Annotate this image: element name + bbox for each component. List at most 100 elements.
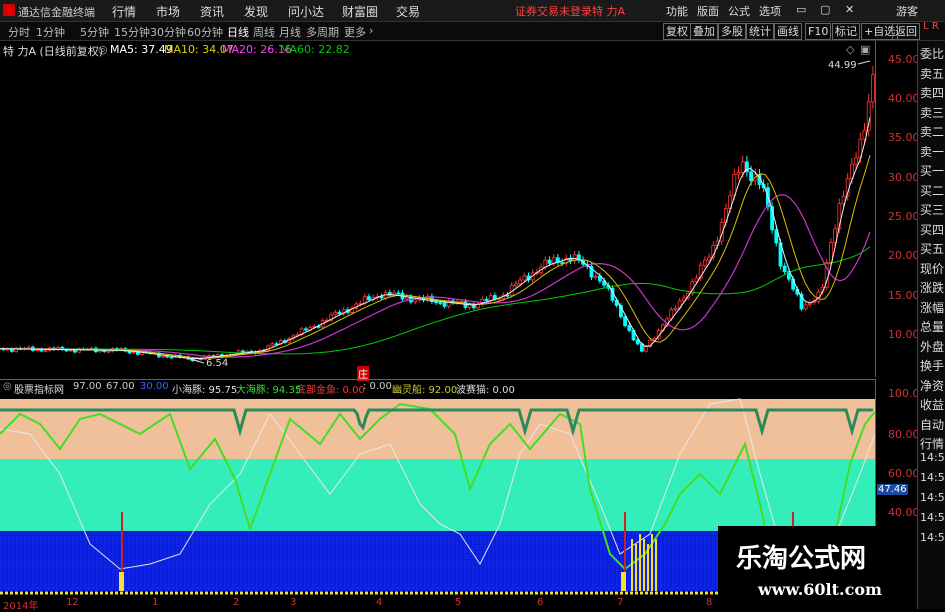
period-5min[interactable]: 5分钟 xyxy=(80,24,109,40)
side-panel-item[interactable]: 卖四 xyxy=(920,86,944,100)
period-daily[interactable]: 日线 xyxy=(227,24,249,40)
draw-line-button[interactable]: 画线 xyxy=(774,23,802,40)
side-panel-item[interactable]: 委比 xyxy=(920,47,944,61)
menu-item-discover[interactable]: 发现 xyxy=(244,3,268,20)
price-tick: 20.00 xyxy=(888,249,920,262)
mark-button[interactable]: 标记 xyxy=(832,23,860,40)
price-axis: 45.00 40.00 35.00 30.00 25.00 20.00 15.0… xyxy=(875,41,920,377)
side-panel-item[interactable]: 换手 xyxy=(920,359,944,373)
period-30min[interactable]: 30分钟 xyxy=(150,24,186,40)
menu-item-options[interactable]: 选项 xyxy=(759,3,781,19)
ma-info-line: 特 力A (日线前复权) ◎ MA5: 37.49 MA10: 34.07 MA… xyxy=(0,41,875,58)
adjust-button[interactable]: 复权 xyxy=(663,23,691,40)
side-panel-item[interactable]: 自动 xyxy=(920,418,944,432)
app-title: 通达信金融终端 xyxy=(18,6,95,19)
side-panel-item[interactable]: 买三 xyxy=(920,203,944,217)
menu-bar: 通达信金融终端 行情 市场 资讯 发现 问小达 财富圈 交易 证券交易未登录 特… xyxy=(0,0,945,22)
period-tick[interactable]: 分时 xyxy=(8,24,30,40)
price-tick: 15.00 xyxy=(888,289,920,302)
period-more[interactable]: 更多 xyxy=(344,24,366,40)
menu-item-formula[interactable]: 公式 xyxy=(728,3,750,19)
guest-label[interactable]: 游客 xyxy=(896,3,918,19)
gear-icon[interactable]: ◇ xyxy=(846,43,854,56)
side-panel-item[interactable]: 卖一 xyxy=(920,145,944,159)
price-tick: 30.00 xyxy=(888,171,920,184)
login-notice[interactable]: 证券交易未登录 xyxy=(515,3,592,19)
period-toolbar: 分时 1分钟 5分钟 15分钟 30分钟 60分钟 日线 周线 月线 多周期 更… xyxy=(0,22,945,41)
side-panel-item[interactable]: 卖五 xyxy=(920,67,944,81)
side-panel-item[interactable]: 涨跌 xyxy=(920,281,944,295)
app-logo-icon xyxy=(3,4,15,16)
stats-button[interactable]: 统计 xyxy=(746,23,774,40)
restore-icon[interactable]: ▢ xyxy=(820,3,830,16)
price-tick: 25.00 xyxy=(888,210,920,223)
side-panel-item[interactable]: 收益 xyxy=(920,398,944,412)
indicator-tick: 40.00 xyxy=(888,506,920,519)
ma10-line xyxy=(0,155,871,359)
close-icon[interactable]: ✕ xyxy=(845,3,854,16)
time-tick: 12 xyxy=(66,597,79,608)
side-panel-time: 14:5 xyxy=(920,511,945,524)
indicator-zero: : 0.00 xyxy=(363,381,392,392)
watermark-title: 乐淘公式网 xyxy=(736,544,867,574)
chevron-right-icon[interactable]: › xyxy=(369,24,373,37)
side-panel-time: 14:5 xyxy=(920,531,945,544)
back-button[interactable]: 返回 xyxy=(892,23,920,40)
price-chart[interactable]: 44.99 6.54 xyxy=(0,57,875,377)
menu-item-wealth[interactable]: 财富圈 xyxy=(342,3,378,20)
side-panel-item[interactable]: 涨幅 xyxy=(920,301,944,315)
indicator-info-line: ◎ 股票指标网 97.00 67.00 30.00 小海豚: 95.75 大海豚… xyxy=(0,379,875,396)
f10-button[interactable]: F10 xyxy=(805,23,832,40)
period-15min[interactable]: 15分钟 xyxy=(114,24,150,40)
period-monthly[interactable]: 月线 xyxy=(279,24,301,40)
side-panel-item[interactable]: 现价 xyxy=(920,262,944,276)
settings-gear-icon[interactable]: ◎ xyxy=(98,43,108,56)
side-panel-toggle[interactable]: L R xyxy=(917,22,945,40)
menu-item-function[interactable]: 功能 xyxy=(666,3,688,19)
side-panel-item[interactable]: 卖二 xyxy=(920,125,944,139)
time-tick: 5 xyxy=(455,597,462,608)
price-tick: 40.00 xyxy=(888,92,920,105)
indicator-v2: 67.00 xyxy=(106,381,135,392)
price-tick: 45.00 xyxy=(888,53,920,66)
side-panel-item[interactable]: 买一 xyxy=(920,164,944,178)
side-panel-item[interactable]: 净资 xyxy=(920,379,944,393)
time-tick: 6 xyxy=(537,597,544,608)
collapse-icon[interactable]: ▣ xyxy=(860,43,870,56)
side-panel-item[interactable]: 外盘 xyxy=(920,340,944,354)
multi-stock-button[interactable]: 多股 xyxy=(718,23,746,40)
menu-item-market[interactable]: 行情 xyxy=(112,3,136,20)
side-panel-item[interactable]: 买四 xyxy=(920,223,944,237)
indicator-current-value: 47.46 xyxy=(877,484,908,495)
indicator-v3: 30.00 xyxy=(140,381,169,392)
menu-item-news[interactable]: 资讯 xyxy=(200,3,224,20)
side-panel-item[interactable]: 行情 xyxy=(920,437,944,451)
side-panel-time: 14:5 xyxy=(920,471,945,484)
indicator-v1: 97.00 xyxy=(73,381,102,392)
stock-title: 特 力A xyxy=(592,5,626,18)
side-panel-item[interactable]: 总量 xyxy=(920,320,944,334)
menu-item-layout[interactable]: 版面 xyxy=(697,3,719,19)
minimize-icon[interactable]: ▭ xyxy=(796,3,806,16)
ma60-value: MA60: 22.82 xyxy=(280,43,350,56)
candlestick-series xyxy=(1,66,875,362)
period-1min[interactable]: 1分钟 xyxy=(36,24,65,40)
indicator-tick: 80.00 xyxy=(888,428,920,441)
time-tick: 8 xyxy=(706,597,713,608)
menu-item-trade[interactable]: 交易 xyxy=(396,3,420,20)
time-tick: 7 xyxy=(617,597,624,608)
min-price-label: 6.54 xyxy=(206,358,228,369)
watermark: 乐淘公式网 www.60lt.com xyxy=(718,526,917,609)
menu-item-ask[interactable]: 问小达 xyxy=(288,3,324,20)
period-weekly[interactable]: 周线 xyxy=(253,24,275,40)
period-multi[interactable]: 多周期 xyxy=(306,24,339,40)
indicator-gear-icon[interactable]: ◎ xyxy=(3,381,12,392)
menu-item-exchange[interactable]: 市场 xyxy=(156,3,180,20)
period-60min[interactable]: 60分钟 xyxy=(187,24,223,40)
side-panel-item[interactable]: 卖三 xyxy=(920,106,944,120)
side-panel-item[interactable]: 买五 xyxy=(920,242,944,256)
overlay-button[interactable]: 叠加 xyxy=(690,23,718,40)
side-panel-item[interactable]: 买二 xyxy=(920,184,944,198)
time-tick: 4 xyxy=(376,597,383,608)
time-tick: 3 xyxy=(290,597,297,608)
